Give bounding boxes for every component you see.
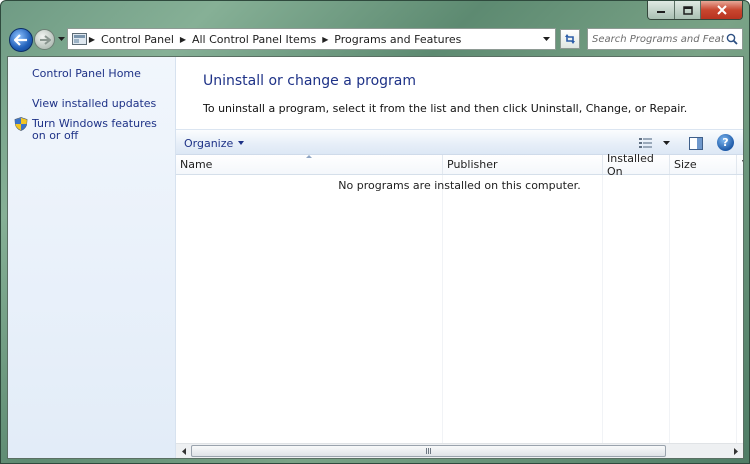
breadcrumb-control-panel[interactable]: Control Panel	[97, 33, 178, 46]
refresh-button[interactable]	[560, 29, 580, 49]
grip-icon	[426, 448, 431, 454]
address-bar[interactable]: ▶ Control Panel ▶ All Control Panel Item…	[67, 28, 556, 50]
chevron-down-icon	[238, 141, 245, 145]
minimize-icon	[657, 11, 665, 13]
shield-icon	[14, 117, 28, 131]
search-icon[interactable]	[724, 31, 740, 47]
organize-label: Organize	[184, 136, 234, 150]
link-view-installed-updates[interactable]: View installed updates	[32, 98, 156, 110]
page-instructions: To uninstall a program, select it from t…	[203, 102, 688, 115]
column-header-version[interactable]: V	[737, 155, 743, 174]
empty-list-message: No programs are installed on this comput…	[338, 179, 581, 192]
column-header-installed-on[interactable]: Installed On	[603, 152, 670, 178]
scroll-left-button[interactable]	[176, 444, 191, 458]
maximize-icon	[682, 5, 693, 15]
title-bar[interactable]	[1, 1, 749, 21]
chevron-down-icon	[57, 37, 65, 41]
change-view-button[interactable]	[639, 135, 675, 151]
address-history-dropdown[interactable]	[539, 31, 553, 47]
control-panel-icon	[71, 32, 87, 46]
minimize-button[interactable]	[648, 1, 674, 19]
crumb-separator-icon[interactable]: ▶	[320, 35, 330, 44]
breadcrumb-programs-and-features[interactable]: Programs and Features	[330, 33, 465, 46]
organize-button[interactable]: Organize	[184, 135, 245, 151]
chevron-down-icon[interactable]	[663, 141, 670, 145]
column-divider	[602, 175, 603, 443]
refresh-icon	[565, 34, 575, 44]
horizontal-scrollbar[interactable]	[176, 443, 743, 458]
arrow-left-icon	[14, 34, 27, 46]
details-view-icon	[639, 138, 652, 148]
close-icon	[716, 5, 727, 15]
column-header-name[interactable]: Name	[176, 155, 443, 174]
scrollbar-thumb[interactable]	[191, 445, 666, 457]
column-headers: Name Publisher Installed On Size V	[176, 152, 743, 178]
navigation-pane: Control Panel Home View installed update…	[8, 57, 176, 458]
help-icon: ?	[722, 136, 729, 149]
chevron-down-icon	[542, 37, 550, 41]
chevron-left-icon	[181, 447, 186, 455]
main-pane: Uninstall or change a program To uninsta…	[176, 57, 743, 458]
crumb-separator-icon[interactable]: ▶	[178, 35, 188, 44]
scroll-right-button[interactable]	[728, 444, 743, 458]
page-title: Uninstall or change a program	[203, 73, 417, 89]
search-box[interactable]	[587, 28, 743, 50]
recent-pages-dropdown[interactable]	[57, 34, 65, 44]
breadcrumb-all-control-panel-items[interactable]: All Control Panel Items	[188, 33, 320, 46]
help-button[interactable]: ?	[717, 134, 734, 151]
programs-and-features-window: ▶ Control Panel ▶ All Control Panel Item…	[0, 0, 750, 464]
arrow-right-icon	[39, 34, 51, 45]
explorer-client-area: Control Panel Home View installed update…	[7, 56, 744, 459]
link-turn-windows-features[interactable]: Turn Windows features on or off	[32, 118, 170, 142]
column-divider	[736, 175, 737, 443]
column-header-size[interactable]: Size	[670, 155, 737, 174]
column-header-publisher[interactable]: Publisher	[443, 155, 603, 174]
back-button[interactable]	[9, 28, 33, 52]
search-input[interactable]	[592, 33, 724, 45]
link-control-panel-home[interactable]: Control Panel Home	[32, 68, 141, 80]
close-button[interactable]	[700, 1, 742, 19]
maximize-button[interactable]	[674, 1, 700, 19]
column-divider	[669, 175, 670, 443]
navigation-row: ▶ Control Panel ▶ All Control Panel Item…	[1, 25, 749, 55]
caption-buttons	[647, 1, 743, 20]
forward-button[interactable]	[34, 29, 55, 50]
preview-pane-icon	[689, 136, 703, 150]
program-list[interactable]: No programs are installed on this comput…	[176, 175, 743, 443]
chevron-right-icon	[733, 447, 738, 455]
preview-pane-button[interactable]	[688, 135, 704, 151]
column-divider	[442, 175, 443, 443]
crumb-separator-icon[interactable]: ▶	[87, 35, 97, 44]
